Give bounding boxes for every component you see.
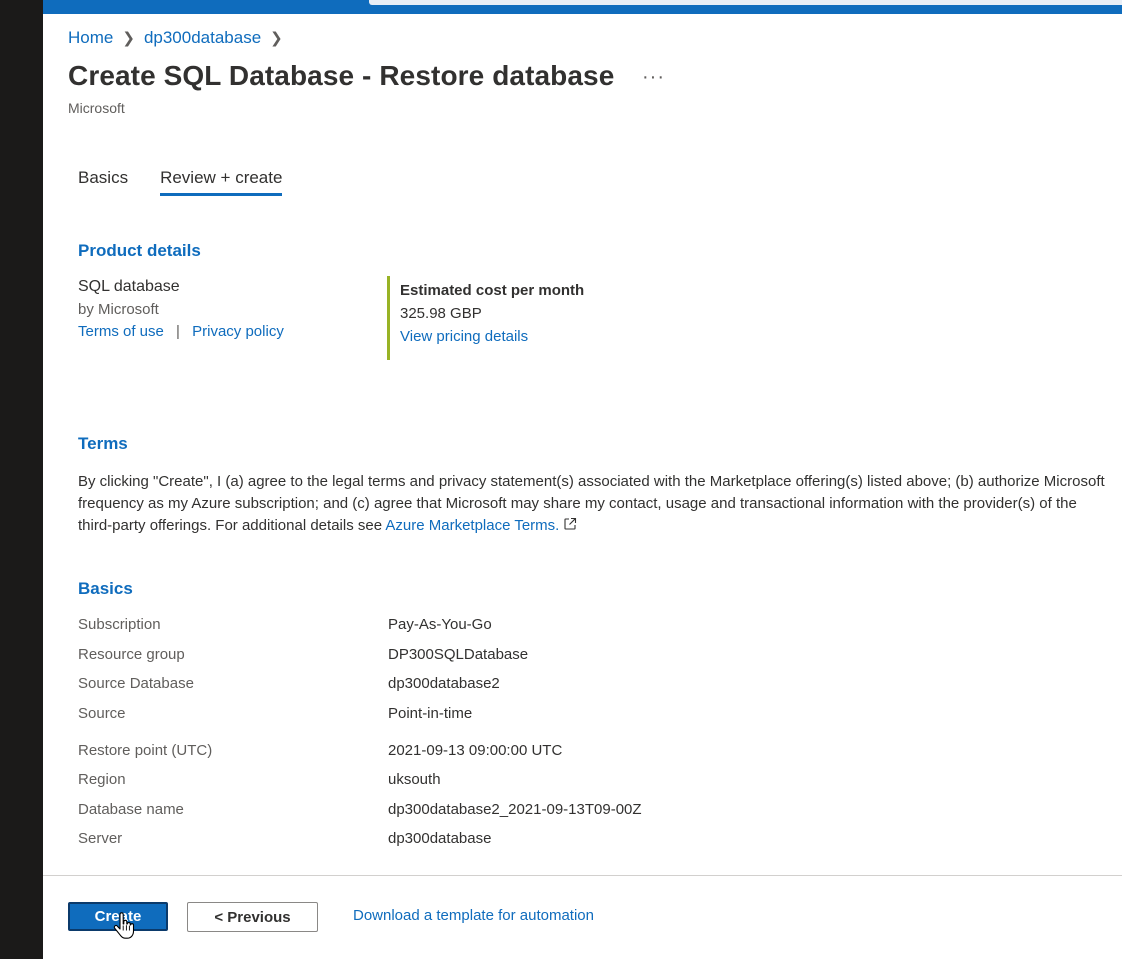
- marketplace-terms-link[interactable]: Azure Marketplace Terms.: [385, 517, 559, 534]
- previous-button[interactable]: < Previous: [187, 902, 318, 932]
- terms-line: By clicking "Create", I (a) agree to the…: [78, 473, 1105, 490]
- tab-review-create[interactable]: Review + create: [160, 168, 283, 196]
- link-separator: |: [176, 323, 180, 340]
- hand-pointer-icon: [113, 912, 135, 940]
- summary-value: 2021-09-13 09:00:00 UTC: [388, 742, 563, 759]
- summary-key: Resource group: [78, 646, 185, 663]
- product-publisher: by Microsoft: [78, 301, 159, 318]
- summary-key: Restore point (UTC): [78, 742, 213, 759]
- portal-left-strip: [0, 0, 43, 959]
- terms-heading: Terms: [78, 434, 128, 453]
- chevron-right-icon: ❯: [122, 30, 135, 47]
- more-options-button[interactable]: ···: [642, 66, 665, 89]
- global-search-box[interactable]: [369, 0, 1122, 5]
- summary-value: Point-in-time: [388, 705, 473, 722]
- terms-line-prefix: third-party offerings. For additional de…: [78, 517, 386, 534]
- product-details-heading: Product details: [78, 241, 201, 260]
- breadcrumb-server[interactable]: dp300database: [144, 28, 261, 48]
- summary-key: Database name: [78, 801, 184, 818]
- external-link-icon[interactable]: [563, 516, 577, 538]
- summary-key: Source Database: [78, 675, 194, 692]
- product-name: SQL database: [78, 278, 180, 295]
- summary-value: dp300database2: [388, 675, 500, 692]
- summary-value: uksouth: [388, 771, 441, 788]
- terms-line: frequency as my Azure subscription; and …: [78, 495, 1077, 512]
- product-links: Terms of use | Privacy policy: [78, 323, 284, 340]
- tab-basics[interactable]: Basics: [78, 168, 128, 196]
- terms-of-use-link[interactable]: Terms of use: [78, 323, 164, 340]
- footer-divider: [43, 875, 1122, 876]
- summary-key: Server: [78, 830, 123, 847]
- summary-value: dp300database2_2021-09-13T09-00Z: [388, 801, 642, 818]
- chevron-right-icon: ❯: [270, 30, 283, 47]
- estimated-cost-label: Estimated cost per month: [400, 282, 585, 299]
- privacy-policy-link[interactable]: Privacy policy: [192, 323, 284, 340]
- terms-line: third-party offerings. For additional de…: [78, 515, 1122, 538]
- wizard-tabs: Basics Review + create: [78, 168, 314, 196]
- page-title: Create SQL Database - Restore database: [68, 60, 615, 91]
- summary-value: dp300database: [388, 830, 492, 847]
- view-pricing-link[interactable]: View pricing details: [400, 328, 660, 345]
- publisher-label: Microsoft: [68, 100, 125, 116]
- summary-key: Source: [78, 705, 126, 722]
- estimated-cost-value: 325.98 GBP: [400, 305, 482, 322]
- breadcrumb: Home ❯ dp300database ❯: [68, 28, 292, 48]
- download-template-link[interactable]: Download a template for automation: [353, 907, 594, 924]
- estimated-cost-panel: Estimated cost per month 325.98 GBP View…: [387, 276, 660, 360]
- terms-text: By clicking "Create", I (a) agree to the…: [78, 471, 1122, 538]
- breadcrumb-home[interactable]: Home: [68, 28, 113, 48]
- basics-heading: Basics: [78, 579, 133, 598]
- summary-key: Subscription: [78, 616, 161, 633]
- summary-value: Pay-As-You-Go: [388, 616, 492, 633]
- summary-value: DP300SQLDatabase: [388, 646, 529, 663]
- summary-key: Region: [78, 771, 126, 788]
